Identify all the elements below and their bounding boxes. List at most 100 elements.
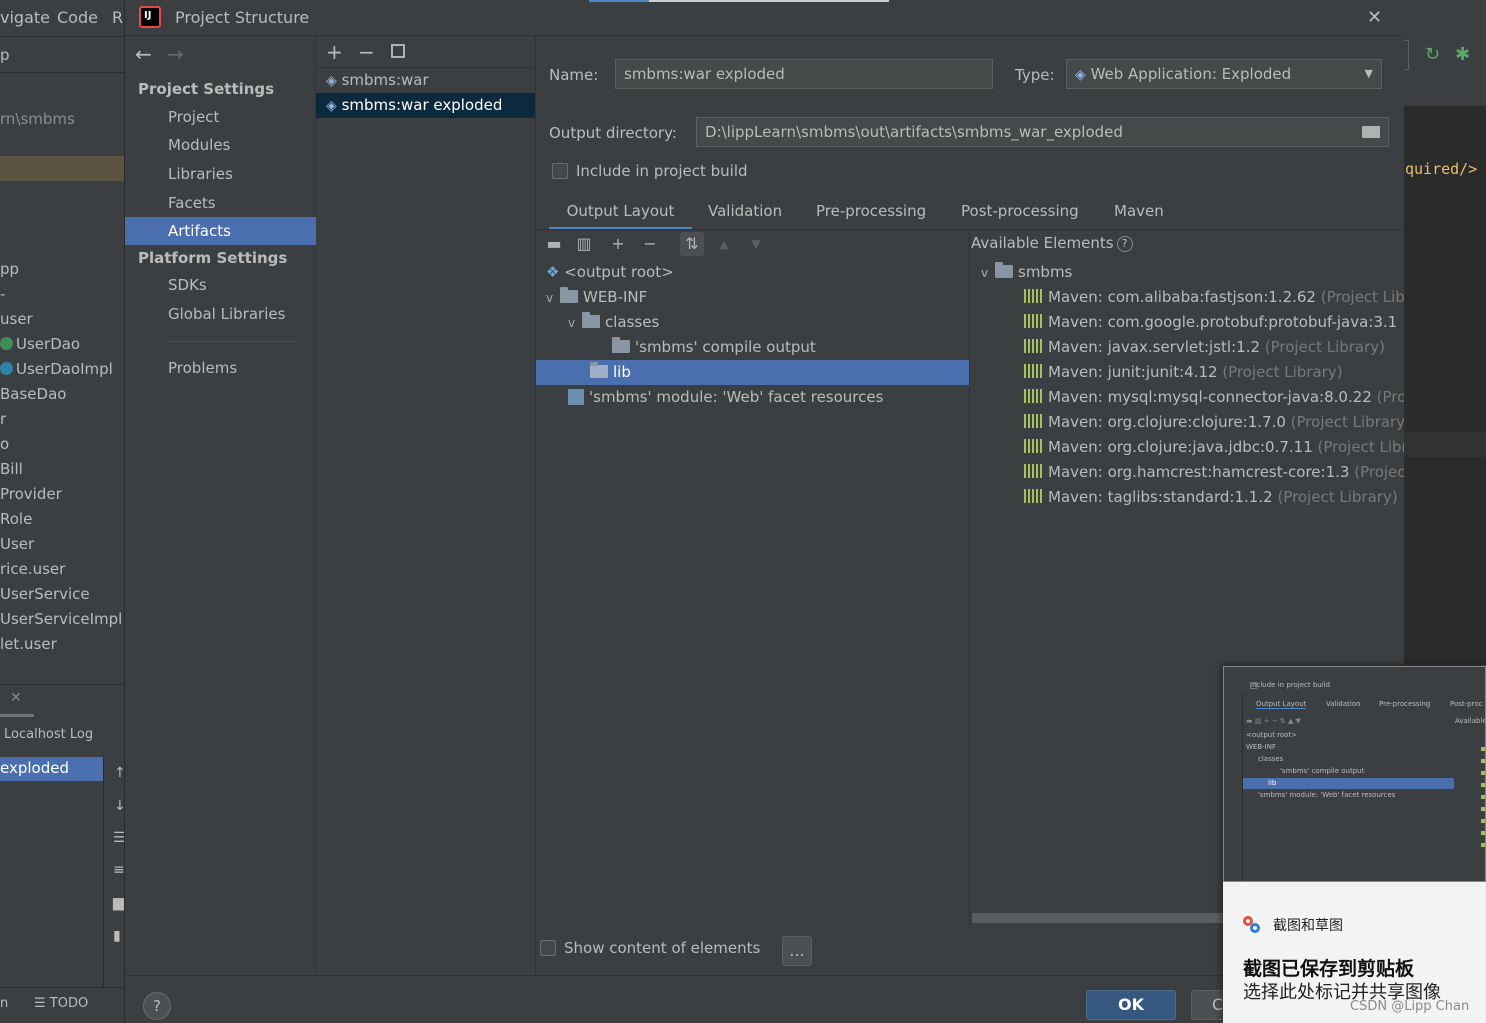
tab-maven[interactable]: Maven — [1114, 200, 1164, 230]
tree-item[interactable]: BaseDao — [0, 385, 66, 403]
close-icon[interactable]: ✕ — [10, 690, 22, 706]
nav-item-modules[interactable]: Modules — [125, 131, 316, 159]
menu-r[interactable]: R — [112, 8, 123, 27]
chevron-down-icon[interactable]: v — [546, 286, 560, 311]
tree-item[interactable]: UserService — [0, 585, 90, 603]
remove-icon[interactable]: − — [358, 40, 375, 64]
nav-item-global-libraries[interactable]: Global Libraries — [125, 300, 316, 328]
output-directory-input[interactable]: D:\lippLearn\smbms\out\artifacts\smbms_w… — [696, 117, 1389, 147]
divider — [0, 684, 124, 685]
library-item[interactable]: Maven: taglibs:standard:1.1.2 (Project L… — [1024, 485, 1398, 510]
tree-item[interactable]: User — [0, 535, 34, 553]
snip-thumbnail[interactable]: Include in project build Output Layout V… — [1223, 666, 1486, 882]
library-item[interactable]: Maven: org.clojure:java.jdbc:0.7.11 (Pro… — [1024, 435, 1404, 460]
tree-item[interactable]: UserServiceImpl — [0, 610, 122, 628]
tree-item[interactable]: r — [0, 410, 6, 428]
artifact-item-war[interactable]: ◈ smbms:war — [316, 68, 535, 93]
tab-localhost-log[interactable]: Localhost Log — [4, 727, 93, 742]
tree-web-inf[interactable]: v WEB-INF — [546, 285, 647, 310]
nav-item-problems[interactable]: Problems — [125, 354, 316, 382]
nav-item-project[interactable]: Project — [125, 103, 316, 131]
tree-lib[interactable]: lib — [536, 360, 969, 385]
current-line — [1403, 432, 1486, 457]
arrow-up-icon[interactable]: ↑ — [114, 765, 124, 781]
tab-pre-processing[interactable]: Pre-processing — [816, 200, 926, 230]
tab-post-processing[interactable]: Post-processing — [961, 200, 1079, 230]
chevron-down-icon[interactable]: v — [981, 261, 995, 286]
library-item[interactable]: Maven: org.clojure:clojure:1.7.0 (Projec… — [1024, 410, 1404, 435]
nav-item-facets[interactable]: Facets — [125, 189, 316, 217]
divider — [0, 987, 124, 988]
tab-validation[interactable]: Validation — [708, 200, 782, 230]
bottom-tab-run[interactable]: n — [0, 996, 8, 1011]
new-folder-icon[interactable]: ▬ — [544, 234, 564, 254]
forward-arrow-icon[interactable]: → — [167, 42, 184, 66]
tree-item[interactable]: user — [0, 310, 33, 328]
close-dialog-icon[interactable]: ✕ — [1367, 7, 1382, 28]
tab-output-layout[interactable]: Output Layout — [549, 200, 692, 230]
watermark-text: CSDN @Lipp Chan — [1350, 999, 1470, 1014]
print-icon[interactable]: ▆ — [113, 895, 124, 911]
chevron-down-icon[interactable]: v — [568, 311, 582, 336]
tree-item[interactable]: o — [0, 435, 9, 453]
show-content-checkbox[interactable]: Show content of elements — [540, 939, 760, 957]
ok-button[interactable]: OK — [1086, 990, 1176, 1020]
tree-item-userdao[interactable]: UserDao — [0, 335, 80, 353]
code-fragment: quired/> — [1405, 160, 1478, 178]
tree-item[interactable]: Role — [0, 510, 32, 528]
tree-item[interactable]: - — [0, 285, 5, 303]
library-item[interactable]: Maven: org.hamcrest:hamcrest-core:1.3 (P… — [1024, 460, 1404, 485]
help-button[interactable]: ? — [143, 992, 171, 1020]
move-down-icon[interactable]: ▼ — [746, 234, 766, 254]
tree-item[interactable]: let.user — [0, 635, 57, 653]
artifact-item-war-exploded[interactable]: ◈ smbms:war exploded — [316, 93, 535, 118]
copy-icon[interactable] — [391, 44, 405, 58]
tree-compile-output[interactable]: 'smbms' compile output — [612, 335, 816, 360]
sort-icon[interactable]: ⇅ — [680, 232, 704, 256]
tree-item[interactable]: Bill — [0, 460, 23, 478]
menu-code[interactable]: Code — [57, 8, 98, 27]
add-element-icon[interactable]: + — [608, 234, 628, 254]
folder-icon — [590, 362, 608, 378]
nav-item-sdks[interactable]: SDKs — [125, 271, 316, 299]
tree-item-userdaoimpl[interactable]: UserDaoImpl — [0, 360, 113, 378]
library-item[interactable]: Maven: javax.servlet:jstl:1.2 (Project L… — [1024, 335, 1385, 360]
browse-folder-icon[interactable] — [1362, 126, 1380, 138]
name-input[interactable]: smbms:war exploded — [615, 59, 993, 89]
thumb-divider — [1242, 693, 1243, 881]
snip-notification[interactable]: Include in project build Output Layout V… — [1223, 666, 1486, 1023]
tree-output-root[interactable]: ❖ <output root> — [546, 260, 674, 285]
debug-icon[interactable]: ✱ — [1455, 44, 1470, 65]
library-item[interactable]: Maven: junit:junit:4.12 (Project Library… — [1024, 360, 1343, 385]
remove-element-icon[interactable]: − — [640, 234, 660, 254]
thumb-checkbox — [1250, 682, 1257, 689]
archive-icon[interactable]: ▥ — [574, 234, 594, 254]
help-icon[interactable]: ? — [1116, 236, 1133, 252]
tree-item[interactable]: pp — [0, 260, 19, 278]
library-item[interactable]: Maven: com.google.protobuf:protobuf-java… — [1024, 310, 1397, 335]
tree-facet-resources[interactable]: 'smbms' module: 'Web' facet resources — [568, 385, 883, 410]
artifact-list-panel: + − ◈ smbms:war ◈ smbms:war exploded — [316, 36, 536, 974]
wrap-icon[interactable]: ☰ — [113, 830, 124, 846]
library-item[interactable]: Maven: com.alibaba:fastjson:1.2.62 (Proj… — [1024, 285, 1404, 310]
tree-item[interactable]: rice.user — [0, 560, 65, 578]
bottom-tab-todo[interactable]: ☰ TODO — [34, 996, 88, 1011]
arrow-down-icon[interactable]: ↓ — [114, 798, 124, 814]
nav-item-artifacts[interactable]: Artifacts — [125, 217, 316, 245]
nav-item-libraries[interactable]: Libraries — [125, 160, 316, 188]
type-select[interactable]: ◈ Web Application: Exploded ▼ — [1066, 59, 1382, 89]
rerun-icon[interactable]: ↻ — [1425, 44, 1440, 65]
add-icon[interactable]: + — [326, 40, 343, 64]
scroll-icon[interactable]: ≡ — [113, 862, 124, 878]
tree-item[interactable]: Provider — [0, 485, 62, 503]
back-arrow-icon[interactable]: ← — [135, 42, 152, 66]
trash-icon[interactable]: ▮ — [113, 928, 121, 944]
include-in-build-checkbox[interactable]: Include in project build — [552, 162, 748, 180]
tree-classes[interactable]: v classes — [568, 310, 659, 335]
menu-navigate[interactable]: vigate — [0, 8, 50, 27]
available-root-smbms[interactable]: v smbms — [981, 260, 1072, 285]
library-item[interactable]: Maven: mysql:mysql-connector-java:8.0.22… — [1024, 385, 1404, 410]
library-icon — [1024, 414, 1042, 428]
more-options-button[interactable]: ... — [782, 936, 812, 966]
move-up-icon[interactable]: ▲ — [714, 234, 734, 254]
